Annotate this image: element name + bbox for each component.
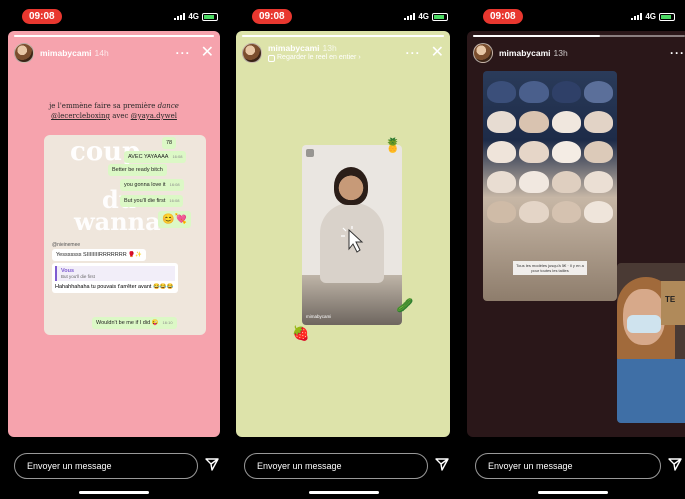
bag-text: TE [665, 295, 676, 304]
tap-cursor-icon [341, 226, 364, 253]
chat-bubble: But you'll die first 16:08 [120, 195, 184, 207]
username[interactable]: mimabycami [40, 48, 92, 58]
reel-icon [268, 54, 275, 62]
store-photo: Tous les modèles jusqu'à 5€ · Il y en a … [483, 71, 617, 301]
caption-script: dance [157, 102, 179, 110]
cucumber-sticker: 🥒 [396, 297, 414, 313]
overlay-text-3: wanna [74, 207, 161, 236]
more-options-icon[interactable]: ··· [176, 46, 191, 60]
pineapple-sticker: 🍍 [384, 137, 402, 153]
avatar[interactable] [473, 43, 493, 63]
story-header: mimabycami 14h ··· ✕ [14, 41, 214, 65]
selfie-photo: TE [617, 263, 685, 423]
battery-icon [659, 12, 675, 21]
send-icon[interactable] [204, 456, 220, 472]
story-panel-1: 09:08 4G mimabycami 14h ··· ✕ je l'emmène… [0, 0, 228, 499]
story-panel-3: 09:08 4G mimabycami 13h ··· Tous les modè… [461, 0, 685, 499]
story-progress-bar [242, 35, 444, 37]
battery-icon [202, 12, 218, 21]
face-mask [627, 315, 661, 333]
chat-bubble: you gonna love it 16:08 [120, 179, 184, 191]
quoted-reply: Vous But you'll die first Hahahhahaha tu… [52, 263, 178, 293]
status-time: 09:08 [252, 9, 292, 24]
story-header: mimabycami 13h ··· [473, 41, 685, 65]
watch-full-reel-link[interactable]: Regarder le reel en entier › [268, 53, 361, 63]
chat-bubble: AVEC YAYAAAA 16:08 [124, 151, 187, 163]
more-options-icon[interactable]: ··· [406, 46, 421, 60]
home-indicator [538, 491, 608, 494]
photo-caption: Tous les modèles jusqu'à 5€ · Il y en a … [513, 261, 587, 275]
chat-tag: @nieinemee [52, 242, 81, 248]
story-card[interactable]: mimabycami 13h Regarder le reel en entier… [236, 31, 450, 437]
chat-bubble: Yesssssss SIIIIIIIIRRRRRRR 🥊✨ [52, 249, 146, 261]
network-label: 4G [418, 12, 429, 21]
signal-icon [404, 13, 416, 20]
home-indicator [79, 491, 149, 494]
chat-screenshot: coup du wanna 78 AVEC YAYAAAA16:08 Bette… [44, 135, 206, 335]
more-options-icon[interactable]: ··· [670, 46, 685, 60]
signal-icon [631, 13, 643, 20]
story-progress-bar [14, 35, 214, 37]
caption-line-1: je l'emmène faire sa première [49, 102, 158, 110]
chat-bubble: 78 [162, 137, 177, 149]
chat-bubble: Better be ready bitch [108, 164, 167, 176]
message-input[interactable]: Envoyer un message [475, 453, 661, 479]
story-caption: je l'emmène faire sa première dance @lec… [8, 101, 220, 121]
shared-reel[interactable]: mimabycami [302, 145, 402, 325]
battery-icon [432, 12, 448, 21]
status-bar: 09:08 4G [230, 0, 458, 30]
story-panel-2: 09:08 4G mimabycami 13h Regarder le reel … [230, 0, 458, 499]
strawberry-sticker: 🍓 [292, 325, 310, 341]
status-time: 09:08 [22, 9, 62, 24]
avatar[interactable] [242, 43, 262, 63]
story-card[interactable]: mimabycami 14h ··· ✕ je l'emmène faire sa… [8, 31, 220, 437]
status-bar: 09:08 4G [0, 0, 228, 30]
username[interactable]: mimabycami [268, 43, 320, 53]
status-time: 09:08 [483, 9, 523, 24]
story-progress-bar [473, 35, 685, 37]
close-icon[interactable]: ✕ [431, 45, 444, 61]
network-label: 4G [188, 12, 199, 21]
home-indicator [309, 491, 379, 494]
reel-username: mimabycami [306, 314, 332, 319]
message-input[interactable]: Envoyer un message [14, 453, 198, 479]
time-ago: 13h [553, 48, 568, 58]
reply-text: Hahahhahaha tu pouvais t'arrêter avant 😂… [55, 284, 174, 290]
time-ago: 14h [94, 48, 109, 58]
avatar[interactable] [14, 43, 34, 63]
reel-person [334, 167, 368, 205]
caption-joiner: avec [110, 112, 131, 120]
mention-yaya-dywel[interactable]: @yaya.dywel [131, 112, 177, 120]
status-bar: 09:08 4G [461, 0, 685, 30]
username[interactable]: mimabycami [499, 48, 551, 58]
story-card[interactable]: mimabycami 13h ··· Tous les modèles jusqu… [467, 31, 685, 437]
quote-text: But you'll die first [61, 274, 95, 279]
chat-bubble: Wouldn't be me if I did 😜 16:10 [92, 317, 177, 329]
network-label: 4G [645, 12, 656, 21]
send-icon[interactable] [434, 456, 450, 472]
story-header: mimabycami 13h Regarder le reel en entier… [242, 41, 444, 65]
signal-icon [174, 13, 186, 20]
send-icon[interactable] [667, 456, 683, 472]
close-icon[interactable]: ✕ [201, 45, 214, 61]
time-ago: 13h [322, 43, 337, 53]
message-input[interactable]: Envoyer un message [244, 453, 428, 479]
mention-lecercleboxing[interactable]: @lecercleboxing [51, 112, 110, 120]
chat-bubble: 😊💘 [158, 211, 191, 228]
camera-icon [306, 149, 314, 157]
